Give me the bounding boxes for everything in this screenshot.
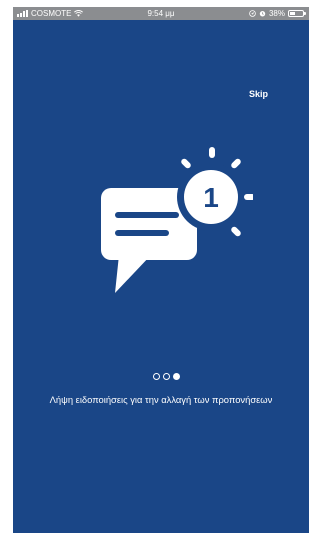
status-right: 38% (249, 9, 306, 18)
page-dot[interactable] (163, 373, 170, 380)
alarm-icon (259, 11, 266, 17)
battery-icon (288, 10, 306, 17)
page-dot-active[interactable] (173, 373, 180, 380)
notification-illustration: 1 (101, 147, 253, 293)
badge-number: 1 (203, 182, 219, 213)
status-bar: COSMOTE 9:54 μμ 38% (13, 7, 309, 20)
onboarding-caption: Λήψη ειδοποιήσεις για την αλλαγή των προ… (49, 394, 273, 405)
skip-button[interactable]: Skip (249, 89, 268, 99)
onboarding-screen: COSMOTE 9:54 μμ 38% Skip 1 Λήψη ειδοποιή… (13, 7, 309, 533)
battery-percent: 38% (268, 9, 285, 18)
location-icon (249, 10, 256, 17)
page-dot[interactable] (153, 373, 160, 380)
page-indicator (153, 373, 180, 380)
